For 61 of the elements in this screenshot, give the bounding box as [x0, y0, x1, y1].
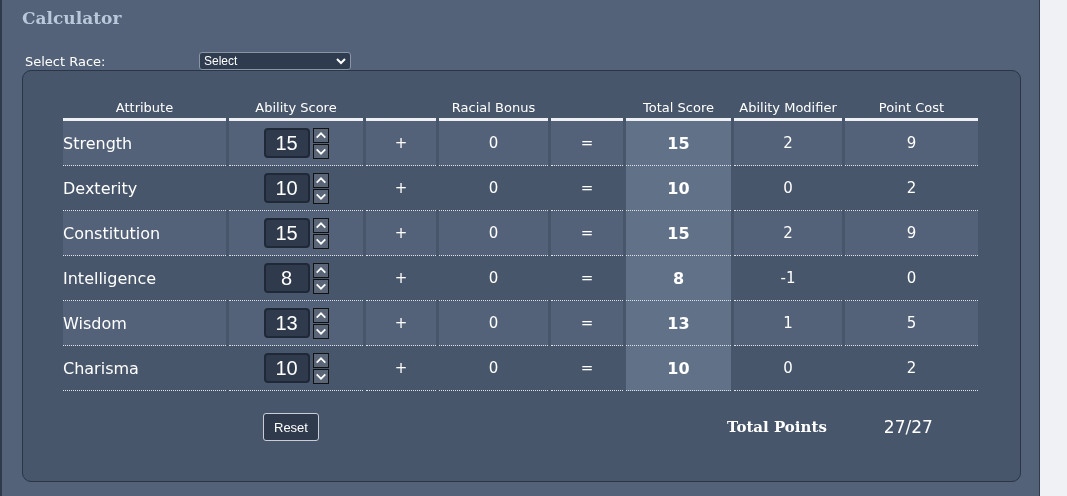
cost-cell: 9 [845, 211, 978, 256]
decrement-button[interactable] [312, 143, 329, 159]
increment-button[interactable] [312, 172, 329, 188]
total-score: 15 [626, 211, 731, 256]
score-input[interactable]: 13 [263, 308, 310, 338]
total-score: 13 [626, 301, 731, 346]
operator-cell: = [551, 211, 623, 256]
increment-button[interactable] [312, 127, 329, 143]
column-header: Ability Score [255, 99, 337, 115]
column-header: Attribute [115, 99, 174, 115]
attribute-cell: Charisma [63, 346, 226, 391]
increment-button[interactable] [312, 352, 329, 368]
bonus-cell: 0 [439, 211, 548, 256]
increment-button[interactable] [312, 217, 329, 233]
operator-cell: + [366, 121, 436, 166]
cost-cell: 5 [845, 301, 978, 346]
total-score: 10 [626, 166, 731, 211]
total-points-value: 27/27 [883, 417, 933, 437]
increment-button[interactable] [312, 262, 329, 278]
modifier-cell: 2 [734, 121, 842, 166]
operator-cell: = [551, 301, 623, 346]
score-input[interactable]: 10 [263, 353, 310, 383]
bonus-cell: 0 [439, 121, 548, 166]
column-header: Total Score [643, 99, 714, 115]
column-header: Point Cost [878, 99, 945, 115]
cost-cell: 2 [845, 346, 978, 391]
chevron-down-icon [336, 57, 346, 65]
section-title: Calculator [22, 8, 122, 28]
operator-cell: + [366, 346, 436, 391]
decrement-button[interactable] [312, 233, 329, 249]
score-input[interactable]: 10 [263, 173, 310, 203]
total-score: 15 [626, 121, 731, 166]
attribute-cell: Strength [63, 121, 226, 166]
increment-button[interactable] [312, 307, 329, 323]
reset-button[interactable]: Reset [263, 413, 319, 441]
column-header: Racial Bonus [451, 99, 536, 115]
operator-cell: = [551, 346, 623, 391]
modifier-cell: 0 [734, 346, 842, 391]
race-label: Select Race: [25, 53, 107, 69]
total-points-label: Total Points [726, 418, 827, 436]
modifier-cell: 2 [734, 211, 842, 256]
attribute-cell: Wisdom [63, 301, 226, 346]
race-dropdown[interactable]: Select [199, 52, 351, 70]
bonus-cell: 0 [439, 346, 548, 391]
decrement-button[interactable] [312, 323, 329, 339]
decrement-button[interactable] [312, 188, 329, 204]
score-input[interactable]: 15 [263, 218, 310, 248]
operator-cell: = [551, 121, 623, 166]
operator-cell: + [366, 301, 436, 346]
decrement-button[interactable] [312, 368, 329, 384]
cost-cell: 9 [845, 121, 978, 166]
total-score: 8 [626, 256, 731, 301]
operator-cell: + [366, 211, 436, 256]
total-score: 10 [626, 346, 731, 391]
score-input[interactable]: 15 [263, 128, 310, 158]
modifier-cell: 1 [734, 301, 842, 346]
attribute-cell: Constitution [63, 211, 226, 256]
score-input[interactable]: 8 [263, 263, 310, 293]
decrement-button[interactable] [312, 278, 329, 294]
column-header: Ability Modifier [739, 99, 837, 115]
bonus-cell: 0 [439, 301, 548, 346]
